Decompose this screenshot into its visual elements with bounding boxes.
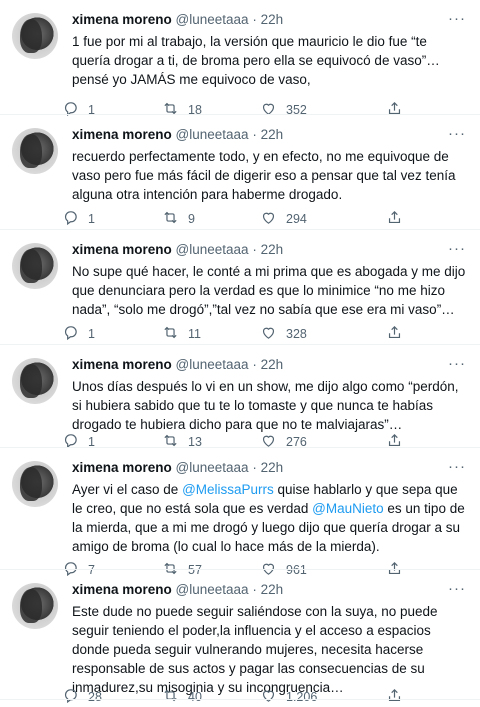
timestamp[interactable]: · 22h	[252, 582, 283, 597]
user-handle[interactable]: @luneetaaa	[176, 242, 249, 257]
tweet-text: Ayer vi el caso de @MelissaPurrs quise h…	[72, 480, 468, 556]
reply-count: 28	[88, 690, 102, 704]
retweet-count: 40	[188, 690, 202, 704]
tweet-header: ximena moreno @luneetaaa · 22h	[72, 460, 283, 475]
tweet-header: ximena moreno @luneetaaa · 22h	[72, 12, 283, 27]
like-button[interactable]: 294	[260, 209, 307, 229]
share-icon	[386, 687, 403, 707]
tweet-actions: 28 40 1.206	[64, 687, 468, 707]
tweet[interactable]: ximena moreno @luneetaaa · 22h ··· Ayer …	[0, 448, 480, 577]
tweet-actions: 1 9 294	[64, 209, 468, 229]
like-button[interactable]: 1.206	[260, 687, 317, 707]
user-handle[interactable]: @luneetaaa	[176, 12, 249, 27]
reply-button[interactable]: 1	[62, 209, 95, 229]
avatar[interactable]	[12, 358, 58, 404]
share-button[interactable]	[386, 209, 403, 229]
avatar[interactable]	[12, 13, 58, 59]
reply-icon	[62, 687, 79, 707]
display-name[interactable]: ximena moreno	[72, 242, 172, 257]
share-icon	[386, 324, 403, 344]
reply-count: 1	[88, 327, 95, 341]
display-name[interactable]: ximena moreno	[72, 357, 172, 372]
share-button[interactable]	[386, 324, 403, 344]
heart-icon	[260, 324, 277, 344]
like-button[interactable]: 328	[260, 324, 307, 344]
tweet[interactable]: ximena moreno @luneetaaa · 22h ··· No su…	[0, 230, 480, 345]
heart-icon	[260, 687, 277, 707]
tweet-text-segment: Ayer vi el caso de	[72, 482, 183, 497]
user-handle[interactable]: @luneetaaa	[176, 127, 249, 142]
tweet[interactable]: ximena moreno @luneetaaa · 22h ··· Este …	[0, 570, 480, 704]
reply-button[interactable]: 1	[62, 324, 95, 344]
avatar[interactable]	[12, 128, 58, 174]
reply-icon	[62, 324, 79, 344]
tweet-actions: 1 11 328	[64, 324, 468, 344]
tweet-text: No supe qué hacer, le conté a mi prima q…	[72, 262, 468, 319]
more-icon[interactable]: ···	[448, 355, 466, 372]
reply-button[interactable]: 28	[62, 687, 102, 707]
retweet-button[interactable]: 40	[162, 687, 202, 707]
reply-count: 1	[88, 212, 95, 226]
mention-link[interactable]: @MelissaPurrs	[182, 482, 274, 497]
like-count: 294	[286, 212, 307, 226]
timestamp[interactable]: · 22h	[252, 460, 283, 475]
tweet[interactable]: ximena moreno @luneetaaa · 22h ··· Unos …	[0, 345, 480, 449]
tweet-text: recuerdo perfectamente todo, y en efecto…	[72, 147, 468, 204]
tweet-header: ximena moreno @luneetaaa · 22h	[72, 357, 283, 372]
tweet[interactable]: ximena moreno @luneetaaa · 22h ··· recue…	[0, 115, 480, 230]
user-handle[interactable]: @luneetaaa	[176, 357, 249, 372]
tweet-header: ximena moreno @luneetaaa · 22h	[72, 242, 283, 257]
timestamp[interactable]: · 22h	[252, 357, 283, 372]
timestamp[interactable]: · 22h	[252, 242, 283, 257]
display-name[interactable]: ximena moreno	[72, 12, 172, 27]
avatar[interactable]	[12, 461, 58, 507]
retweet-button[interactable]: 11	[162, 324, 201, 344]
more-icon[interactable]: ···	[448, 125, 466, 142]
heart-icon	[260, 209, 277, 229]
retweet-icon	[162, 209, 179, 229]
display-name[interactable]: ximena moreno	[72, 127, 172, 142]
retweet-button[interactable]: 9	[162, 209, 195, 229]
reply-icon	[62, 209, 79, 229]
avatar[interactable]	[12, 583, 58, 629]
tweet-text: Este dude no puede seguir saliéndose con…	[72, 602, 468, 697]
like-count: 328	[286, 327, 307, 341]
retweet-count: 9	[188, 212, 195, 226]
tweet[interactable]: ximena moreno @luneetaaa · 22h ··· 1 fue…	[0, 0, 480, 117]
retweet-icon	[162, 687, 179, 707]
more-icon[interactable]: ···	[448, 580, 466, 597]
user-handle[interactable]: @luneetaaa	[176, 460, 249, 475]
display-name[interactable]: ximena moreno	[72, 582, 172, 597]
timestamp[interactable]: · 22h	[252, 127, 283, 142]
tweet-text-segment: No supe qué hacer, le conté a mi prima q…	[72, 264, 466, 317]
user-handle[interactable]: @luneetaaa	[176, 582, 249, 597]
mention-link[interactable]: @MauNieto	[312, 501, 383, 516]
more-icon[interactable]: ···	[448, 240, 466, 257]
tweet-text: 1 fue por mi al trabajo, la versión que …	[72, 32, 468, 89]
share-icon	[386, 209, 403, 229]
tweet-text-segment: recuerdo perfectamente todo, y en efecto…	[72, 149, 456, 202]
like-count: 1.206	[286, 690, 318, 704]
display-name[interactable]: ximena moreno	[72, 460, 172, 475]
avatar[interactable]	[12, 243, 58, 289]
timestamp[interactable]: · 22h	[252, 12, 283, 27]
tweet-text-segment: Este dude no puede seguir saliéndose con…	[72, 604, 438, 695]
tweet-header: ximena moreno @luneetaaa · 22h	[72, 127, 283, 142]
tweet-text: Unos días después lo vi en un show, me d…	[72, 377, 468, 434]
tweet-header: ximena moreno @luneetaaa · 22h	[72, 582, 283, 597]
tweet-text-segment: 1 fue por mi al trabajo, la versión que …	[72, 34, 440, 87]
retweet-count: 11	[188, 327, 201, 341]
more-icon[interactable]: ···	[448, 458, 466, 475]
more-icon[interactable]: ···	[448, 10, 466, 27]
retweet-icon	[162, 324, 179, 344]
share-button[interactable]	[386, 687, 403, 707]
tweet-text-segment: Unos días después lo vi en un show, me d…	[72, 379, 459, 432]
